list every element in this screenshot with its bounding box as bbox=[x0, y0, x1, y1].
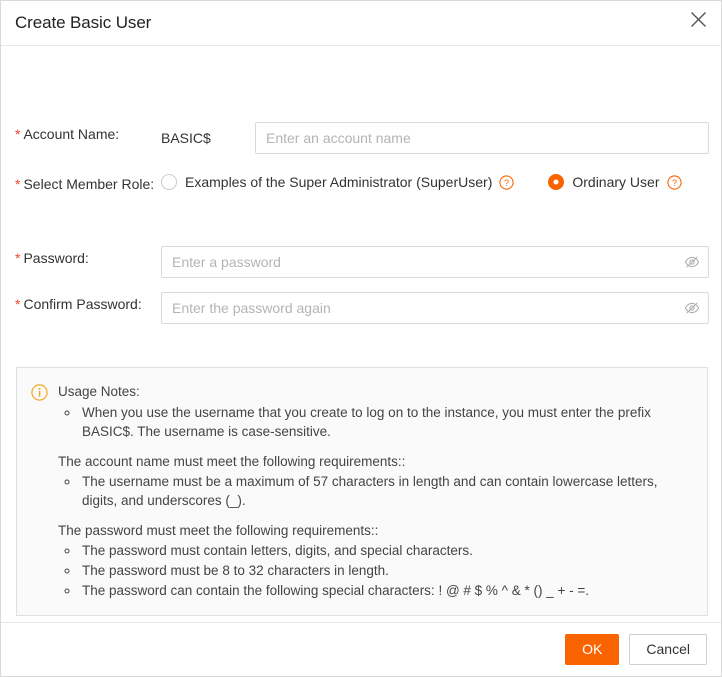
dialog-header: Create Basic User bbox=[1, 1, 721, 46]
field-row-password: * Password: bbox=[1, 246, 721, 278]
radio-label-superuser: Examples of the Super Administrator (Sup… bbox=[185, 174, 493, 190]
close-icon[interactable] bbox=[683, 4, 713, 34]
password-label-text: Password: bbox=[23, 250, 89, 266]
field-row-member-role: * Select Member Role: Examples of the Sup… bbox=[1, 172, 721, 196]
dialog-body: *Account Name: BASIC$ *Select Member Rol… bbox=[1, 46, 721, 622]
confirm-password-input[interactable] bbox=[161, 292, 709, 324]
radio-label-ordinary-user: Ordinary User bbox=[572, 174, 660, 190]
member-role-label: * Select Member Role: bbox=[1, 172, 161, 196]
account-name-control: BASIC$ bbox=[161, 122, 721, 154]
usage-notes-title: Usage Notes: bbox=[58, 384, 140, 399]
help-circle-icon-ordinary-user[interactable]: ? bbox=[666, 174, 682, 190]
eye-slash-icon-password[interactable] bbox=[684, 254, 700, 270]
field-row-confirm-password: * Confirm Password: bbox=[1, 292, 721, 324]
confirm-password-label: * Confirm Password: bbox=[1, 292, 161, 316]
usage-notes-intro-list: When you use the username that you creat… bbox=[58, 403, 691, 441]
account-requirements-heading: The account name must meet the following… bbox=[58, 454, 406, 469]
field-row-account-name: * Account Name: BASIC$ bbox=[1, 122, 721, 154]
list-item: The username must be a maximum of 57 cha… bbox=[80, 472, 691, 510]
required-asterisk: * bbox=[15, 296, 21, 312]
list-item: The password must contain letters, digit… bbox=[80, 541, 691, 560]
radio-dot-superuser[interactable] bbox=[161, 174, 177, 190]
radio-option-ordinary-user[interactable]: Ordinary User ? bbox=[548, 174, 682, 190]
account-name-label: * Account Name: bbox=[1, 122, 161, 146]
page-title: Create Basic User bbox=[15, 13, 152, 32]
confirm-password-label-text: Confirm Password: bbox=[23, 296, 142, 312]
member-role-radio-group: Examples of the Super Administrator (Sup… bbox=[161, 172, 682, 190]
confirm-password-input-wrap bbox=[161, 292, 709, 324]
required-asterisk: * bbox=[15, 126, 21, 142]
svg-text:?: ? bbox=[504, 178, 509, 188]
help-circle-icon-superuser[interactable]: ? bbox=[499, 174, 515, 190]
account-name-prefix: BASIC$ bbox=[161, 130, 211, 146]
password-label: * Password: bbox=[1, 246, 161, 270]
account-name-input[interactable] bbox=[255, 122, 709, 154]
account-name-label-text: Account Name: bbox=[23, 126, 120, 142]
account-requirements-list: The username must be a maximum of 57 cha… bbox=[58, 472, 691, 510]
confirm-password-control bbox=[161, 292, 721, 324]
radio-dot-ordinary-user[interactable] bbox=[548, 174, 565, 190]
account-name-input-wrap bbox=[255, 122, 709, 154]
password-control bbox=[161, 246, 721, 278]
usage-notes-panel: Usage Notes: When you use the username t… bbox=[16, 367, 708, 616]
ok-button[interactable]: OK bbox=[565, 634, 620, 665]
member-role-control: Examples of the Super Administrator (Sup… bbox=[161, 172, 721, 190]
usage-notes-content: Usage Notes: When you use the username t… bbox=[58, 382, 691, 601]
list-item: The password can contain the following s… bbox=[80, 581, 691, 600]
member-role-label-text: Select Member Role: bbox=[23, 176, 155, 192]
create-basic-user-dialog: Create Basic User *Account Name: BASIC$ bbox=[0, 0, 722, 677]
list-item: The password must be 8 to 32 characters … bbox=[80, 561, 691, 580]
password-requirements-heading: The password must meet the following req… bbox=[58, 523, 379, 538]
password-input[interactable] bbox=[161, 246, 709, 278]
info-circle-icon bbox=[31, 384, 48, 401]
dialog-footer: OK Cancel bbox=[1, 622, 721, 676]
list-item: When you use the username that you creat… bbox=[80, 403, 691, 441]
svg-text:?: ? bbox=[671, 178, 676, 188]
cancel-button[interactable]: Cancel bbox=[629, 634, 707, 665]
password-input-wrap bbox=[161, 246, 709, 278]
radio-option-superuser[interactable]: Examples of the Super Administrator (Sup… bbox=[161, 174, 515, 190]
eye-slash-icon-confirm-password[interactable] bbox=[684, 300, 700, 316]
password-requirements-list: The password must contain letters, digit… bbox=[58, 541, 691, 600]
required-asterisk: * bbox=[15, 176, 21, 192]
required-asterisk: * bbox=[15, 250, 21, 266]
